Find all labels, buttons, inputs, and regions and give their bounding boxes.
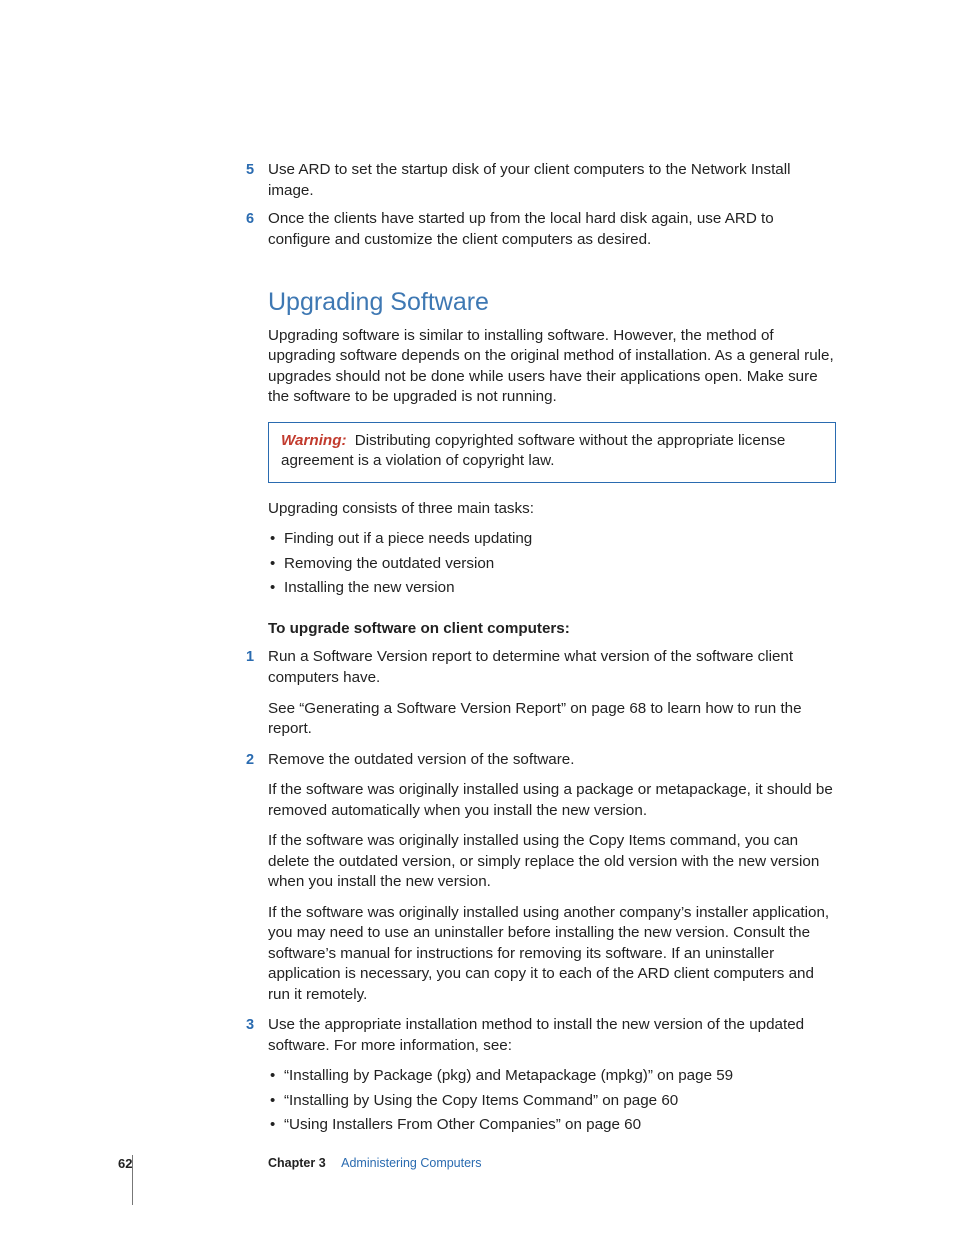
warning-text: Distributing copyrighted software withou…	[281, 432, 785, 470]
procedure-step-1: 1 Run a Software Version report to deter…	[268, 647, 836, 739]
page-number: 62	[118, 1155, 132, 1173]
step-text: Remove the outdated version of the softw…	[268, 751, 574, 768]
tasks-lead: Upgrading consists of three main tasks:	[268, 499, 836, 520]
list-item: Installing the new version	[268, 578, 836, 599]
list-item: Removing the outdated version	[268, 554, 836, 575]
document-page: 5 Use ARD to set the startup disk of you…	[0, 0, 954, 1235]
step-number: 6	[246, 210, 254, 230]
continued-step-5: 5 Use ARD to set the startup disk of you…	[268, 160, 836, 201]
continued-step-6: 6 Once the clients have started up from …	[268, 209, 836, 250]
step-bullets: “Installing by Package (pkg) and Metapac…	[268, 1066, 836, 1136]
warning-label: Warning:	[281, 432, 347, 449]
step-sub: See “Generating a Software Version Repor…	[268, 699, 836, 740]
chapter-title: Administering Computers	[341, 1156, 481, 1170]
step-sub: If the software was originally installed…	[268, 831, 836, 893]
intro-paragraph: Upgrading software is similar to install…	[268, 326, 836, 408]
step-sub: If the software was originally installed…	[268, 780, 836, 821]
footer-rule	[132, 1155, 133, 1205]
list-item: Finding out if a piece needs updating	[268, 529, 836, 550]
procedure-lead: To upgrade software on client computers:	[268, 619, 836, 640]
step-sub: If the software was originally installed…	[268, 903, 836, 1006]
section-heading: Upgrading Software	[268, 286, 836, 320]
step-text: Use ARD to set the startup disk of your …	[268, 161, 791, 199]
tasks-list: Finding out if a piece needs updating Re…	[268, 529, 836, 599]
step-text: Run a Software Version report to determi…	[268, 648, 793, 686]
step-text: Use the appropriate installation method …	[268, 1016, 804, 1054]
procedure-step-3: 3 Use the appropriate installation metho…	[268, 1015, 836, 1136]
list-item: “Installing by Using the Copy Items Comm…	[268, 1091, 836, 1112]
step-number: 1	[246, 648, 254, 668]
chapter-label: Chapter 3 Administering Computers	[268, 1155, 481, 1172]
step-text: Once the clients have started up from th…	[268, 210, 774, 248]
warning-box: Warning: Distributing copyrighted softwa…	[268, 422, 836, 483]
procedure-step-2: 2 Remove the outdated version of the sof…	[268, 750, 836, 1006]
chapter-number: Chapter 3	[268, 1156, 326, 1170]
list-item: “Using Installers From Other Companies” …	[268, 1115, 836, 1136]
step-number: 3	[246, 1016, 254, 1036]
step-number: 5	[246, 161, 254, 181]
list-item: “Installing by Package (pkg) and Metapac…	[268, 1066, 836, 1087]
step-number: 2	[246, 751, 254, 771]
